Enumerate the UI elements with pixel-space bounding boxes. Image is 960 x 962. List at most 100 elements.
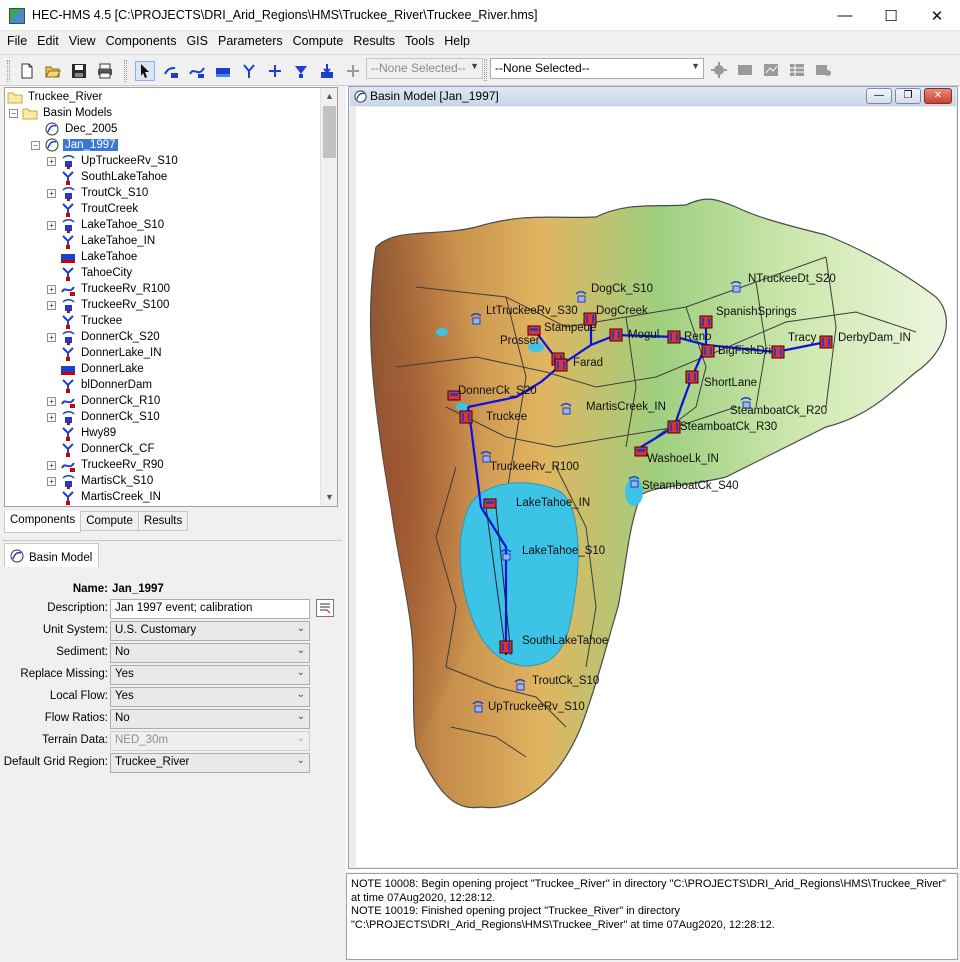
junction-icon[interactable] — [499, 640, 513, 654]
tree-item[interactable]: LakeTahoe_IN — [47, 233, 157, 249]
expand-icon[interactable]: + — [47, 220, 56, 230]
junction-icon[interactable] — [701, 344, 715, 358]
default-grid-region-select[interactable]: Truckee_River ⌄ — [110, 753, 310, 773]
print-icon[interactable] — [95, 61, 115, 81]
maximize-button[interactable]: ☐ — [868, 0, 914, 31]
tree-item[interactable]: MartisCreek_IN — [47, 489, 163, 505]
tab-compute[interactable]: Compute — [80, 511, 139, 531]
new-file-icon[interactable] — [17, 61, 37, 81]
reservoir-icon[interactable] — [634, 444, 648, 458]
message-log[interactable]: NOTE 10008: Begin opening project "Truck… — [346, 873, 958, 960]
tree-item[interactable]: + TroutCk_S10 — [47, 185, 150, 201]
close-icon[interactable]: ✕ — [924, 88, 952, 104]
collapse-icon[interactable]: − — [9, 108, 18, 118]
arrow-tool-icon[interactable] — [135, 61, 155, 81]
tree-item[interactable]: Truckee — [47, 313, 124, 329]
tree-item[interactable]: + UpTruckeeRv_S10 — [47, 153, 180, 169]
tree-item[interactable]: TroutCreek — [47, 201, 140, 217]
description-field[interactable]: Jan 1997 event; calibration — [110, 599, 310, 619]
menu-file[interactable]: File — [2, 32, 32, 52]
tree-item[interactable]: DonnerLake_IN — [47, 345, 164, 361]
diversion-tool-icon[interactable] — [265, 61, 285, 81]
tree-item[interactable]: − Jan_1997 — [31, 137, 118, 153]
expand-icon[interactable]: + — [47, 412, 56, 422]
tree-item[interactable]: SouthLakeTahoe — [47, 169, 169, 185]
restore-icon[interactable]: ❐ — [895, 88, 921, 104]
tree-item[interactable]: + DonnerCk_S10 — [47, 409, 162, 425]
scroll-thumb[interactable] — [323, 106, 336, 158]
tree-item[interactable]: DonnerLake — [47, 361, 146, 377]
collapse-icon[interactable]: − — [31, 140, 40, 150]
expand-icon[interactable]: + — [47, 284, 56, 294]
menu-gis[interactable]: GIS — [181, 32, 213, 52]
source-tool-icon[interactable] — [291, 61, 311, 81]
subbasin-icon[interactable] — [471, 700, 485, 714]
global-summary-icon[interactable] — [735, 60, 755, 80]
junction-icon[interactable] — [583, 312, 597, 326]
menu-edit[interactable]: Edit — [32, 32, 64, 52]
subbasin-icon[interactable] — [499, 548, 513, 562]
menu-view[interactable]: View — [64, 32, 101, 52]
tree-item[interactable]: + DonnerCk_R10 — [47, 393, 162, 409]
expand-icon[interactable]: + — [47, 156, 56, 166]
expand-icon[interactable]: + — [47, 300, 56, 310]
local-flow-select[interactable]: Yes ⌄ — [110, 687, 310, 707]
reservoir-icon[interactable] — [483, 496, 497, 510]
subbasin-icon[interactable] — [513, 678, 527, 692]
tree-item[interactable]: blDonnerDam — [47, 377, 154, 393]
junction-icon[interactable] — [459, 410, 473, 424]
junction-icon[interactable] — [667, 420, 681, 434]
menu-compute[interactable]: Compute — [288, 32, 349, 52]
subbasin-tool-icon[interactable] — [161, 61, 181, 81]
tree-item[interactable]: + TruckeeRv_R100 — [47, 281, 172, 297]
junction-icon[interactable] — [554, 358, 568, 372]
tree-item[interactable]: + TruckeeRv_R90 — [47, 457, 166, 473]
tree-item[interactable]: + TruckeeRv_S100 — [47, 297, 171, 313]
subbasin-icon[interactable] — [469, 312, 483, 326]
flow-ratios-select[interactable]: No ⌄ — [110, 709, 310, 729]
menu-components[interactable]: Components — [101, 32, 182, 52]
tree-item[interactable]: LakeTahoe — [47, 249, 139, 265]
expand-icon[interactable]: + — [47, 476, 56, 486]
description-editor-button[interactable] — [316, 599, 334, 617]
tree-scrollbar[interactable]: ▲ ▼ — [320, 88, 337, 506]
expand-icon[interactable]: + — [47, 396, 56, 406]
sink-tool-icon[interactable] — [317, 61, 337, 81]
menu-tools[interactable]: Tools — [400, 32, 439, 52]
subbasin-icon[interactable] — [729, 280, 743, 294]
replace-missing-select[interactable]: Yes ⌄ — [110, 665, 310, 685]
minimize-icon[interactable]: — — [866, 88, 892, 104]
basin-map-canvas[interactable]: DogCk_S10 NTruckeeDt_S20 LtTruckeeRv_S30 St… — [356, 107, 956, 867]
tab-components[interactable]: Components — [4, 511, 82, 533]
open-folder-icon[interactable] — [43, 61, 63, 81]
compute-icon[interactable] — [709, 60, 729, 80]
add-icon[interactable] — [343, 61, 363, 81]
junction-icon[interactable] — [667, 330, 681, 344]
tree-item[interactable]: + DonnerCk_S20 — [47, 329, 162, 345]
expand-icon[interactable]: + — [47, 460, 56, 470]
tree-item[interactable]: Dec_2005 — [31, 121, 119, 137]
tab-results[interactable]: Results — [137, 511, 189, 531]
basin-window-titlebar[interactable]: Basin Model [Jan_1997] — ❐ ✕ — [350, 87, 956, 106]
time-series-icon[interactable] — [813, 60, 833, 80]
junction-tool-icon[interactable] — [239, 61, 259, 81]
close-button[interactable]: ✕ — [914, 0, 960, 31]
junction-icon[interactable] — [771, 345, 785, 359]
subbasin-icon[interactable] — [627, 475, 641, 489]
expand-icon[interactable]: + — [47, 332, 56, 342]
summary-table-icon[interactable] — [787, 60, 807, 80]
menu-parameters[interactable]: Parameters — [213, 32, 288, 52]
watershed-explorer[interactable]: Truckee_River − Basin Models Dec_2005 − Ja… — [4, 87, 338, 507]
subbasin-icon[interactable] — [559, 402, 573, 416]
reach-tool-icon[interactable] — [187, 61, 207, 81]
junction-icon[interactable] — [819, 335, 833, 349]
menu-results[interactable]: Results — [348, 32, 400, 52]
scroll-down-icon[interactable]: ▼ — [321, 489, 337, 506]
tree-item[interactable]: Hwy89 — [47, 425, 118, 441]
expand-icon[interactable]: + — [47, 188, 56, 198]
element-select[interactable]: --None Selected-- ▼ — [490, 58, 704, 79]
junction-icon[interactable] — [699, 315, 713, 329]
tree-item-basin-models[interactable]: − Basin Models — [9, 105, 114, 121]
tree-item[interactable]: DonnerCk_CF — [47, 441, 157, 457]
menu-help[interactable]: Help — [439, 32, 475, 52]
